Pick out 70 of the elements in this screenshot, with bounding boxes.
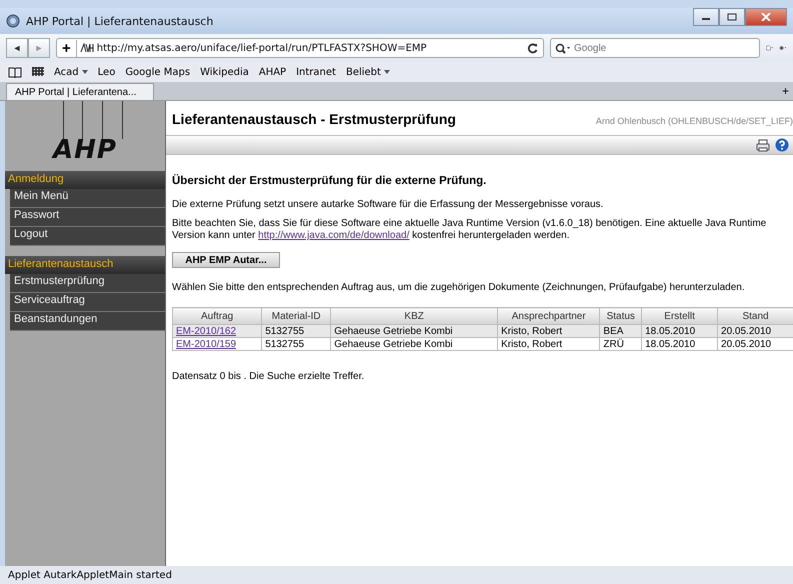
table-row[interactable]: EM-2010/159 5132755 Gehaeuse Getriebe Kombi Kristo, Robert ZRÜ 18.05.2010 20.05.2010 — [172, 338, 793, 350]
column-header[interactable]: KBZ — [330, 308, 498, 324]
column-header[interactable]: Material-ID — [262, 308, 331, 324]
download-link[interactable]: http://www.java.com/de/download/ — [258, 230, 410, 241]
table-cell: 5132755 — [262, 338, 331, 350]
bookmark-link[interactable]: Wikipedia — [200, 66, 249, 78]
url-text: http://my.atsas.aero/uniface/lief-portal/run/PTLFASTX?SHOW=EMP — [96, 42, 427, 54]
column-header[interactable]: Stand — [718, 308, 793, 324]
back-button[interactable]: ◄ — [6, 38, 28, 58]
menu-item[interactable]: Logout — [10, 227, 165, 246]
new-tab-button[interactable]: + — [782, 84, 789, 98]
menu-item[interactable]: Serviceauftrag — [10, 293, 165, 312]
table-cell: 18.05.2010 — [642, 338, 718, 350]
page-title: Lieferantenaustausch - Erstmusterprüfung — [172, 111, 456, 127]
window-title: AHP Portal | Lieferantenaustausch — [26, 14, 214, 28]
logo: AHP — [5, 101, 165, 171]
table-cell: Kristo, Robert — [498, 338, 600, 350]
menu-section-title: Lieferantenaustausch — [5, 256, 165, 274]
address-field[interactable]: + http://my.atsas.aero/uniface/lief-portal/run/PTLFASTX?SHOW=EMP — [56, 38, 544, 58]
print-icon[interactable] — [756, 138, 770, 152]
menu-item[interactable]: Passwort — [10, 208, 165, 227]
add-bookmark-button[interactable]: + — [62, 40, 77, 56]
bookmark-link[interactable]: Beliebt — [346, 66, 381, 78]
bookmark-link[interactable]: AHAP — [258, 66, 286, 78]
caret-icon[interactable] — [82, 70, 88, 74]
instruction-text: Wählen Sie bitte den entsprechenden Auftrag aus, um die zugehörigen Dokumente (Zeichnungen, Prüfaufgabe) herunterzuladen. — [172, 282, 746, 293]
help-icon[interactable] — [775, 138, 789, 152]
result-text: Datensatz 0 bis . Die Suche erzielte Treffer. — [172, 371, 366, 382]
caret-icon[interactable] — [384, 70, 390, 74]
browser-icon — [6, 14, 20, 28]
menu-item[interactable]: Erstmusterprüfung — [10, 274, 165, 293]
bookmark-link[interactable]: Google Maps — [125, 66, 190, 78]
table-cell: BEA — [600, 324, 642, 338]
menu-item[interactable]: Beanstandungen — [10, 312, 165, 331]
book-icon[interactable] — [8, 66, 22, 78]
table-cell: 18.05.2010 — [642, 324, 718, 338]
reload-icon[interactable] — [527, 42, 538, 54]
close-icon — [761, 13, 771, 21]
table-cell: 5132755 — [262, 324, 331, 338]
table-cell: Gehaeuse Getriebe Kombi — [330, 324, 498, 338]
maximize-button[interactable] — [719, 8, 745, 26]
table-cell: Kristo, Robert — [498, 324, 600, 338]
table-cell: Gehaeuse Getriebe Kombi — [330, 338, 498, 350]
user-info: Arnd Ohlenbusch (OHLENBUSCH/de/SET_LIEF) — [596, 116, 793, 126]
column-header[interactable]: Erstellt — [642, 308, 718, 324]
status-text: Applet AutarkAppletMain started — [8, 570, 172, 580]
column-header[interactable]: Status — [600, 308, 642, 324]
applet-button[interactable]: AHP EMP Autar... — [172, 252, 280, 268]
bookmark-link[interactable]: Leo — [98, 66, 116, 78]
column-header[interactable]: Auftrag — [172, 308, 262, 324]
table-cell: 20.05.2010 — [718, 338, 793, 350]
intro-text: Die externe Prüfung setzt unsere autarke Software für die Erfassung der Messergebnisse voraus. — [172, 199, 604, 210]
java-note: Bitte beachten Sie, dass Sie für diese Software eine aktuelle Java Runtime Version (v1.6.0_18) benötigen. Eine aktuelle Java Runtime Version kann unter http://www.java.com/de/download/ kostenfrei heruntergeladen werden. — [172, 218, 768, 242]
section-heading: Übersicht der Erstmusterprüfung für die externe Prüfung. — [172, 175, 488, 187]
table-cell: 20.05.2010 — [718, 324, 793, 338]
menu-section-title: Anmeldung — [5, 171, 165, 189]
site-icon — [80, 43, 94, 53]
minimize-button[interactable] — [693, 8, 719, 26]
table-row[interactable]: EM-2010/162 5132755 Gehaeuse Getriebe Kombi Kristo, Robert BEA 18.05.2010 20.05.2010 — [172, 324, 793, 338]
grid-icon[interactable] — [32, 67, 44, 77]
search-icon — [555, 42, 571, 54]
maximize-icon — [727, 13, 737, 21]
menu-item[interactable]: Mein Menü — [10, 189, 165, 208]
close-button[interactable] — [745, 8, 787, 26]
bookmark-link[interactable]: Intranet — [296, 66, 336, 78]
table-cell: ZRÜ — [600, 338, 642, 350]
column-header[interactable]: Ansprechpartner — [498, 308, 600, 324]
search-field[interactable]: Google — [550, 38, 760, 58]
bookmark-link[interactable]: Acad — [54, 66, 79, 78]
browser-tab[interactable]: AHP Portal | Lieferantena... — [6, 83, 154, 100]
